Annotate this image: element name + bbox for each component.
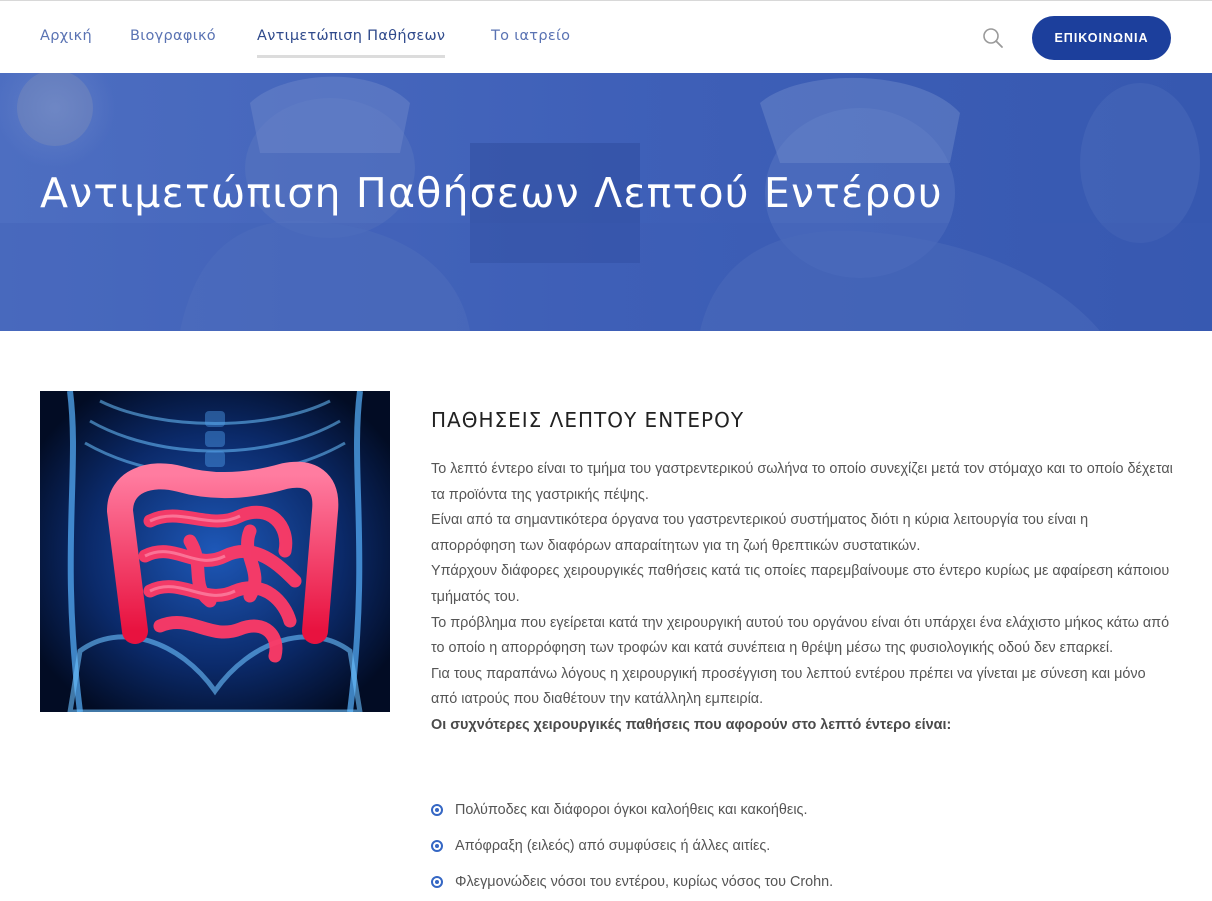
circle-bullet-icon xyxy=(431,804,443,816)
nav-item-treatments[interactable]: Αντιμετώπιση Παθήσεων xyxy=(257,28,446,58)
paragraph: Το λεπτό έντερο είναι το τμήμα του γαστρ… xyxy=(431,461,1173,503)
paragraph: Για τους παραπάνω λόγους η χειρουργική π… xyxy=(431,665,1146,708)
list-item: Φλεγμονώδεις νόσοι του εντέρου, κυρίως ν… xyxy=(431,864,833,900)
paragraph: Υπάρχουν διάφορες χειρουργικές παθήσεις … xyxy=(431,563,1170,605)
section-title: ΠΑΘΗΣΕΙΣ ΛΕΠΤΟΥ ΕΝΤΕΡΟΥ xyxy=(431,408,745,432)
list-intro: Οι συχνότερες χειρουργικές παθήσεις που … xyxy=(431,716,952,733)
paragraph: Είναι από τα σημαντικότερα όργανα του γα… xyxy=(431,512,1089,554)
top-navigation: Αρχική Βιογραφικό Αντιμετώπιση Παθήσεων … xyxy=(0,0,1212,73)
list-item-text: Πολύποδες και διάφοροι όγκοι καλοήθεις κ… xyxy=(455,802,808,818)
contact-button-label: ΕΠΙΚΟΙΝΩΝΙΑ xyxy=(1054,31,1149,45)
search-icon[interactable] xyxy=(980,25,1006,51)
list-item-text: Φλεγμονώδεις νόσοι του εντέρου, κυρίως ν… xyxy=(455,874,834,890)
contact-button[interactable]: ΕΠΙΚΟΙΝΩΝΙΑ xyxy=(1032,16,1171,60)
list-item: Απόφραξη (ειλεός) από συμφύσεις ή άλλες … xyxy=(431,828,833,864)
paragraph: Το πρόβλημα που εγείρεται κατά την χειρο… xyxy=(431,614,1170,657)
hero-banner: Αντιμετώπιση Παθήσεων Λεπτού Εντέρου xyxy=(0,73,1212,331)
list-item: Πολύποδες και διάφοροι όγκοι καλοήθεις κ… xyxy=(431,792,833,828)
nav-item-home[interactable]: Αρχική xyxy=(40,28,92,44)
page-title: Αντιμετώπιση Παθήσεων Λεπτού Εντέρου xyxy=(40,169,943,217)
circle-bullet-icon xyxy=(431,840,443,852)
circle-bullet-icon xyxy=(431,876,443,888)
nav-item-biography[interactable]: Βιογραφικό xyxy=(130,28,216,44)
small-intestine-illustration xyxy=(40,391,390,712)
conditions-list: Πολύποδες και διάφοροι όγκοι καλοήθεις κ… xyxy=(431,792,833,900)
nav-item-clinic[interactable]: Το ιατρείο xyxy=(491,28,570,44)
intro-text: Το λεπτό έντερο είναι το τμήμα του γαστρ… xyxy=(431,457,1173,739)
list-item-text: Απόφραξη (ειλεός) από συμφύσεις ή άλλες … xyxy=(455,838,771,854)
